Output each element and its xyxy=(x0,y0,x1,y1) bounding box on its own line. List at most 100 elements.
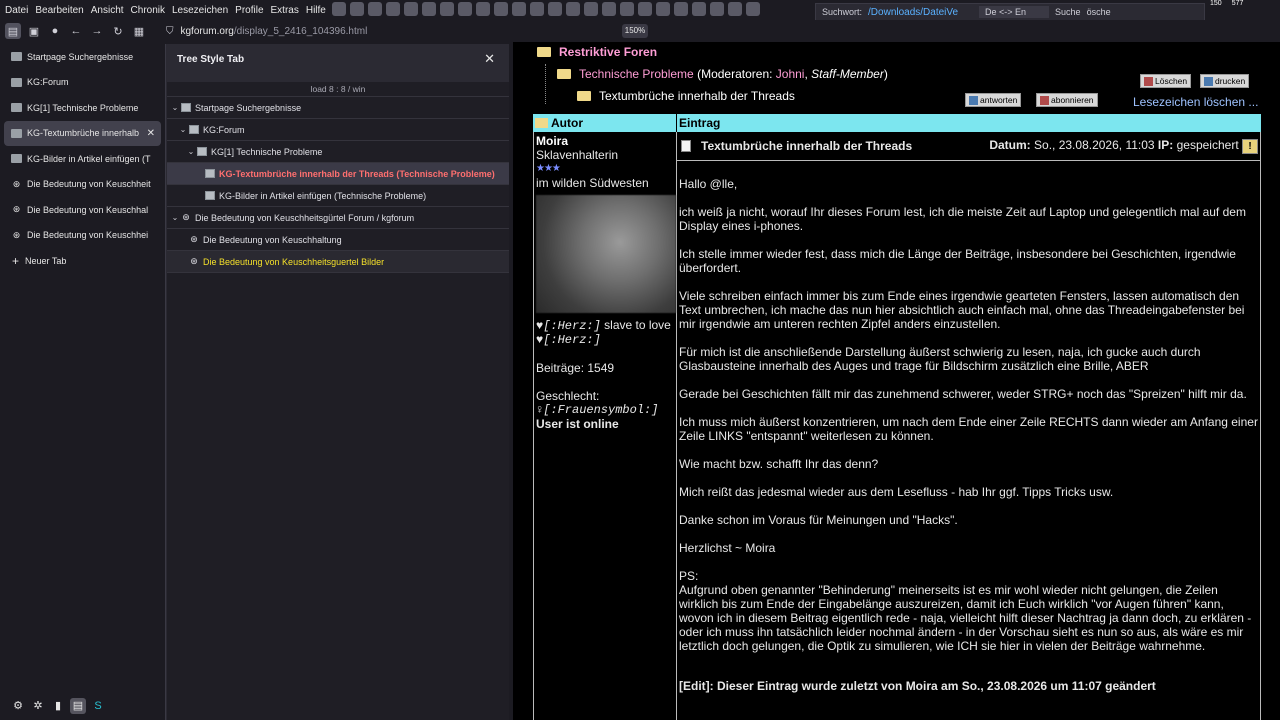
collapse-twisty-icon[interactable]: ⌄ xyxy=(178,125,188,134)
settings-icon[interactable]: ⚙ xyxy=(10,698,26,714)
extension-icon[interactable] xyxy=(476,2,490,16)
extension-icon[interactable] xyxy=(584,2,598,16)
tree-tab-row[interactable]: ⊛ Die Bedeutung von Keuschhaltung xyxy=(167,229,509,251)
sidebar-tab[interactable]: KG-Textumbrüche innerhalb ✕ xyxy=(4,120,161,146)
search-button[interactable]: Suche xyxy=(1055,7,1081,17)
extension-icon[interactable] xyxy=(440,2,454,16)
sidebar-tab[interactable]: KG:Forum xyxy=(0,70,165,96)
extension-icon[interactable] xyxy=(638,2,652,16)
tree-tab-row[interactable]: ⌄ ⊛ Die Bedeutung von Keuschheitsgürtel Fo… xyxy=(167,207,509,229)
url-bar[interactable]: ⛉ kgforum.org/display_5_2416_104396.html xyxy=(166,22,676,40)
warning-icon[interactable]: ! xyxy=(1242,139,1258,154)
badge-count: 150 xyxy=(1210,0,1222,7)
ai-icon[interactable]: ✲ xyxy=(30,698,46,714)
sidebar-tab[interactable]: ⊛ Die Bedeutung von Keuschhei xyxy=(0,223,165,249)
zoom-indicator[interactable]: 150% xyxy=(622,24,648,38)
extension-icon[interactable] xyxy=(332,2,346,16)
author-name[interactable]: Moira xyxy=(536,134,674,148)
extension-icon[interactable] xyxy=(368,2,382,16)
globe-icon: ⊛ xyxy=(12,178,21,189)
tree-tab-label: KG-Bilder in Artikel einfügen (Technisch… xyxy=(219,190,427,201)
sidebar-tab[interactable]: ⊛ Die Bedeutung von Keuschheit xyxy=(0,172,165,198)
moderator-link[interactable]: Staff-Member xyxy=(811,67,884,81)
sidebar-toggle-icon[interactable]: ▤ xyxy=(5,23,21,39)
tree-tab-row[interactable]: ⌄ KG[1] Technische Probleme xyxy=(167,141,509,163)
extension-icon[interactable] xyxy=(656,2,670,16)
collapse-twisty-icon[interactable]: ⌄ xyxy=(170,103,180,112)
new-tab-button[interactable]: + Neuer Tab xyxy=(0,248,165,274)
bookmark-delete-link[interactable]: Lesezeichen löschen ... xyxy=(1133,95,1258,109)
shield-icon[interactable]: ⛉ xyxy=(166,26,174,37)
tree-tab-row[interactable]: ⊛ Die Bedeutung von Keuschheitsguertel Bi… xyxy=(167,251,509,273)
extension-icon[interactable] xyxy=(692,2,706,16)
extension-icon[interactable] xyxy=(746,2,760,16)
sidebar-footer: ⚙ ✲ ▮ ▤ S xyxy=(0,698,106,714)
clear-button[interactable]: ösche xyxy=(1087,7,1111,17)
close-icon[interactable]: ✕ xyxy=(484,51,495,67)
collapse-twisty-icon[interactable]: ⌄ xyxy=(170,213,180,222)
close-tab-icon[interactable]: ✕ xyxy=(147,128,155,139)
extension-s-icon[interactable]: S xyxy=(90,698,106,714)
translate-field[interactable]: De <-> En xyxy=(979,6,1050,18)
reload-icon[interactable]: ↻ xyxy=(110,23,126,39)
extension-icon[interactable] xyxy=(422,2,436,16)
panel-header: Tree Style Tab ✕ xyxy=(166,44,509,74)
tree-tab-row[interactable]: ⌄ Startpage Suchergebnisse xyxy=(167,97,509,119)
menu-item[interactable]: Lesezeichen xyxy=(171,5,234,16)
subscribe-button[interactable]: abonnieren xyxy=(1036,93,1098,107)
path-field[interactable]: /Downloads/DateiVe xyxy=(868,7,973,18)
menu-item[interactable]: Chronik xyxy=(130,5,171,16)
collapse-twisty-icon[interactable]: ⌄ xyxy=(186,147,196,156)
sidebar-tab[interactable]: Startpage Suchergebnisse xyxy=(0,44,165,70)
tree-tab-row[interactable]: ⌄ KG:Forum xyxy=(167,119,509,141)
extension-icon[interactable] xyxy=(710,2,724,16)
postscript-text: Aufgrund oben genannter "Behinderung" me… xyxy=(679,583,1252,653)
extension-icon[interactable] xyxy=(350,2,364,16)
extension-icon[interactable] xyxy=(620,2,634,16)
menu-item[interactable]: Profile xyxy=(234,5,269,16)
menu-item[interactable]: Ansicht xyxy=(90,5,130,16)
sidebar-tab[interactable]: KG[1] Technische Probleme xyxy=(0,95,165,121)
forward-icon[interactable]: → xyxy=(89,23,105,39)
breadcrumb-link[interactable]: Technische Probleme xyxy=(579,67,694,81)
post-paragraph: Gerade bei Geschichten fällt mir das zun… xyxy=(679,387,1247,401)
tree-tab-label: KG:Forum xyxy=(203,124,245,135)
extension-icon[interactable] xyxy=(512,2,526,16)
container-icon[interactable]: ▦ xyxy=(131,23,147,39)
globe-icon: ⊛ xyxy=(12,204,21,215)
tab-overview-icon[interactable]: ▣ xyxy=(26,23,42,39)
folder-icon xyxy=(557,69,571,79)
author-rank: Sklavenhalterin xyxy=(536,148,619,162)
back-icon[interactable]: ← xyxy=(68,23,84,39)
extension-icon[interactable] xyxy=(386,2,400,16)
extension-icon[interactable] xyxy=(602,2,616,16)
sidebar-tab-label: Startpage Suchergebnisse xyxy=(27,51,134,62)
reply-button[interactable]: antworten xyxy=(965,93,1022,107)
menu-item[interactable]: Extras xyxy=(270,5,305,16)
pin-icon[interactable]: ● xyxy=(47,23,63,39)
extension-icon[interactable] xyxy=(530,2,544,16)
extension-icon[interactable] xyxy=(494,2,508,16)
extension-icon[interactable] xyxy=(728,2,742,16)
menu-item[interactable]: Hilfe xyxy=(305,5,332,16)
moderator-link[interactable]: Johni xyxy=(776,67,805,81)
tree-tab-row[interactable]: KG-Bilder in Artikel einfügen (Technisch… xyxy=(167,185,509,207)
tree-tab-row[interactable]: KG-Textumbrüche innerhalb der Threads (T… xyxy=(167,163,509,185)
sidebar-tab[interactable]: ⊛ Die Bedeutung von Keuschhal xyxy=(0,197,165,223)
bookmarks-icon[interactable]: ▮ xyxy=(50,698,66,714)
tree-tabs-icon[interactable]: ▤ xyxy=(70,698,86,714)
extension-icon[interactable] xyxy=(458,2,472,16)
extension-icon[interactable] xyxy=(548,2,562,16)
breadcrumb-link[interactable]: Restriktive Foren xyxy=(559,45,657,59)
delete-button[interactable]: Löschen xyxy=(1140,74,1192,88)
post-paragraph: ich weiß ja nicht, worauf Ihr dieses For… xyxy=(679,205,1246,233)
menu-item[interactable]: Datei xyxy=(4,5,34,16)
extension-icon[interactable] xyxy=(566,2,580,16)
menu-item[interactable]: Bearbeiten xyxy=(34,5,89,16)
extension-icon[interactable] xyxy=(674,2,688,16)
breadcrumb-level-2: Technische Probleme (Moderatoren: Johni,… xyxy=(557,67,888,81)
sidebar-tab[interactable]: KG-Bilder in Artikel einfügen (T xyxy=(0,146,165,172)
heart-code: ♥[:Herz:] xyxy=(536,333,601,347)
extension-icon[interactable] xyxy=(404,2,418,16)
print-button[interactable]: drucken xyxy=(1200,74,1250,88)
